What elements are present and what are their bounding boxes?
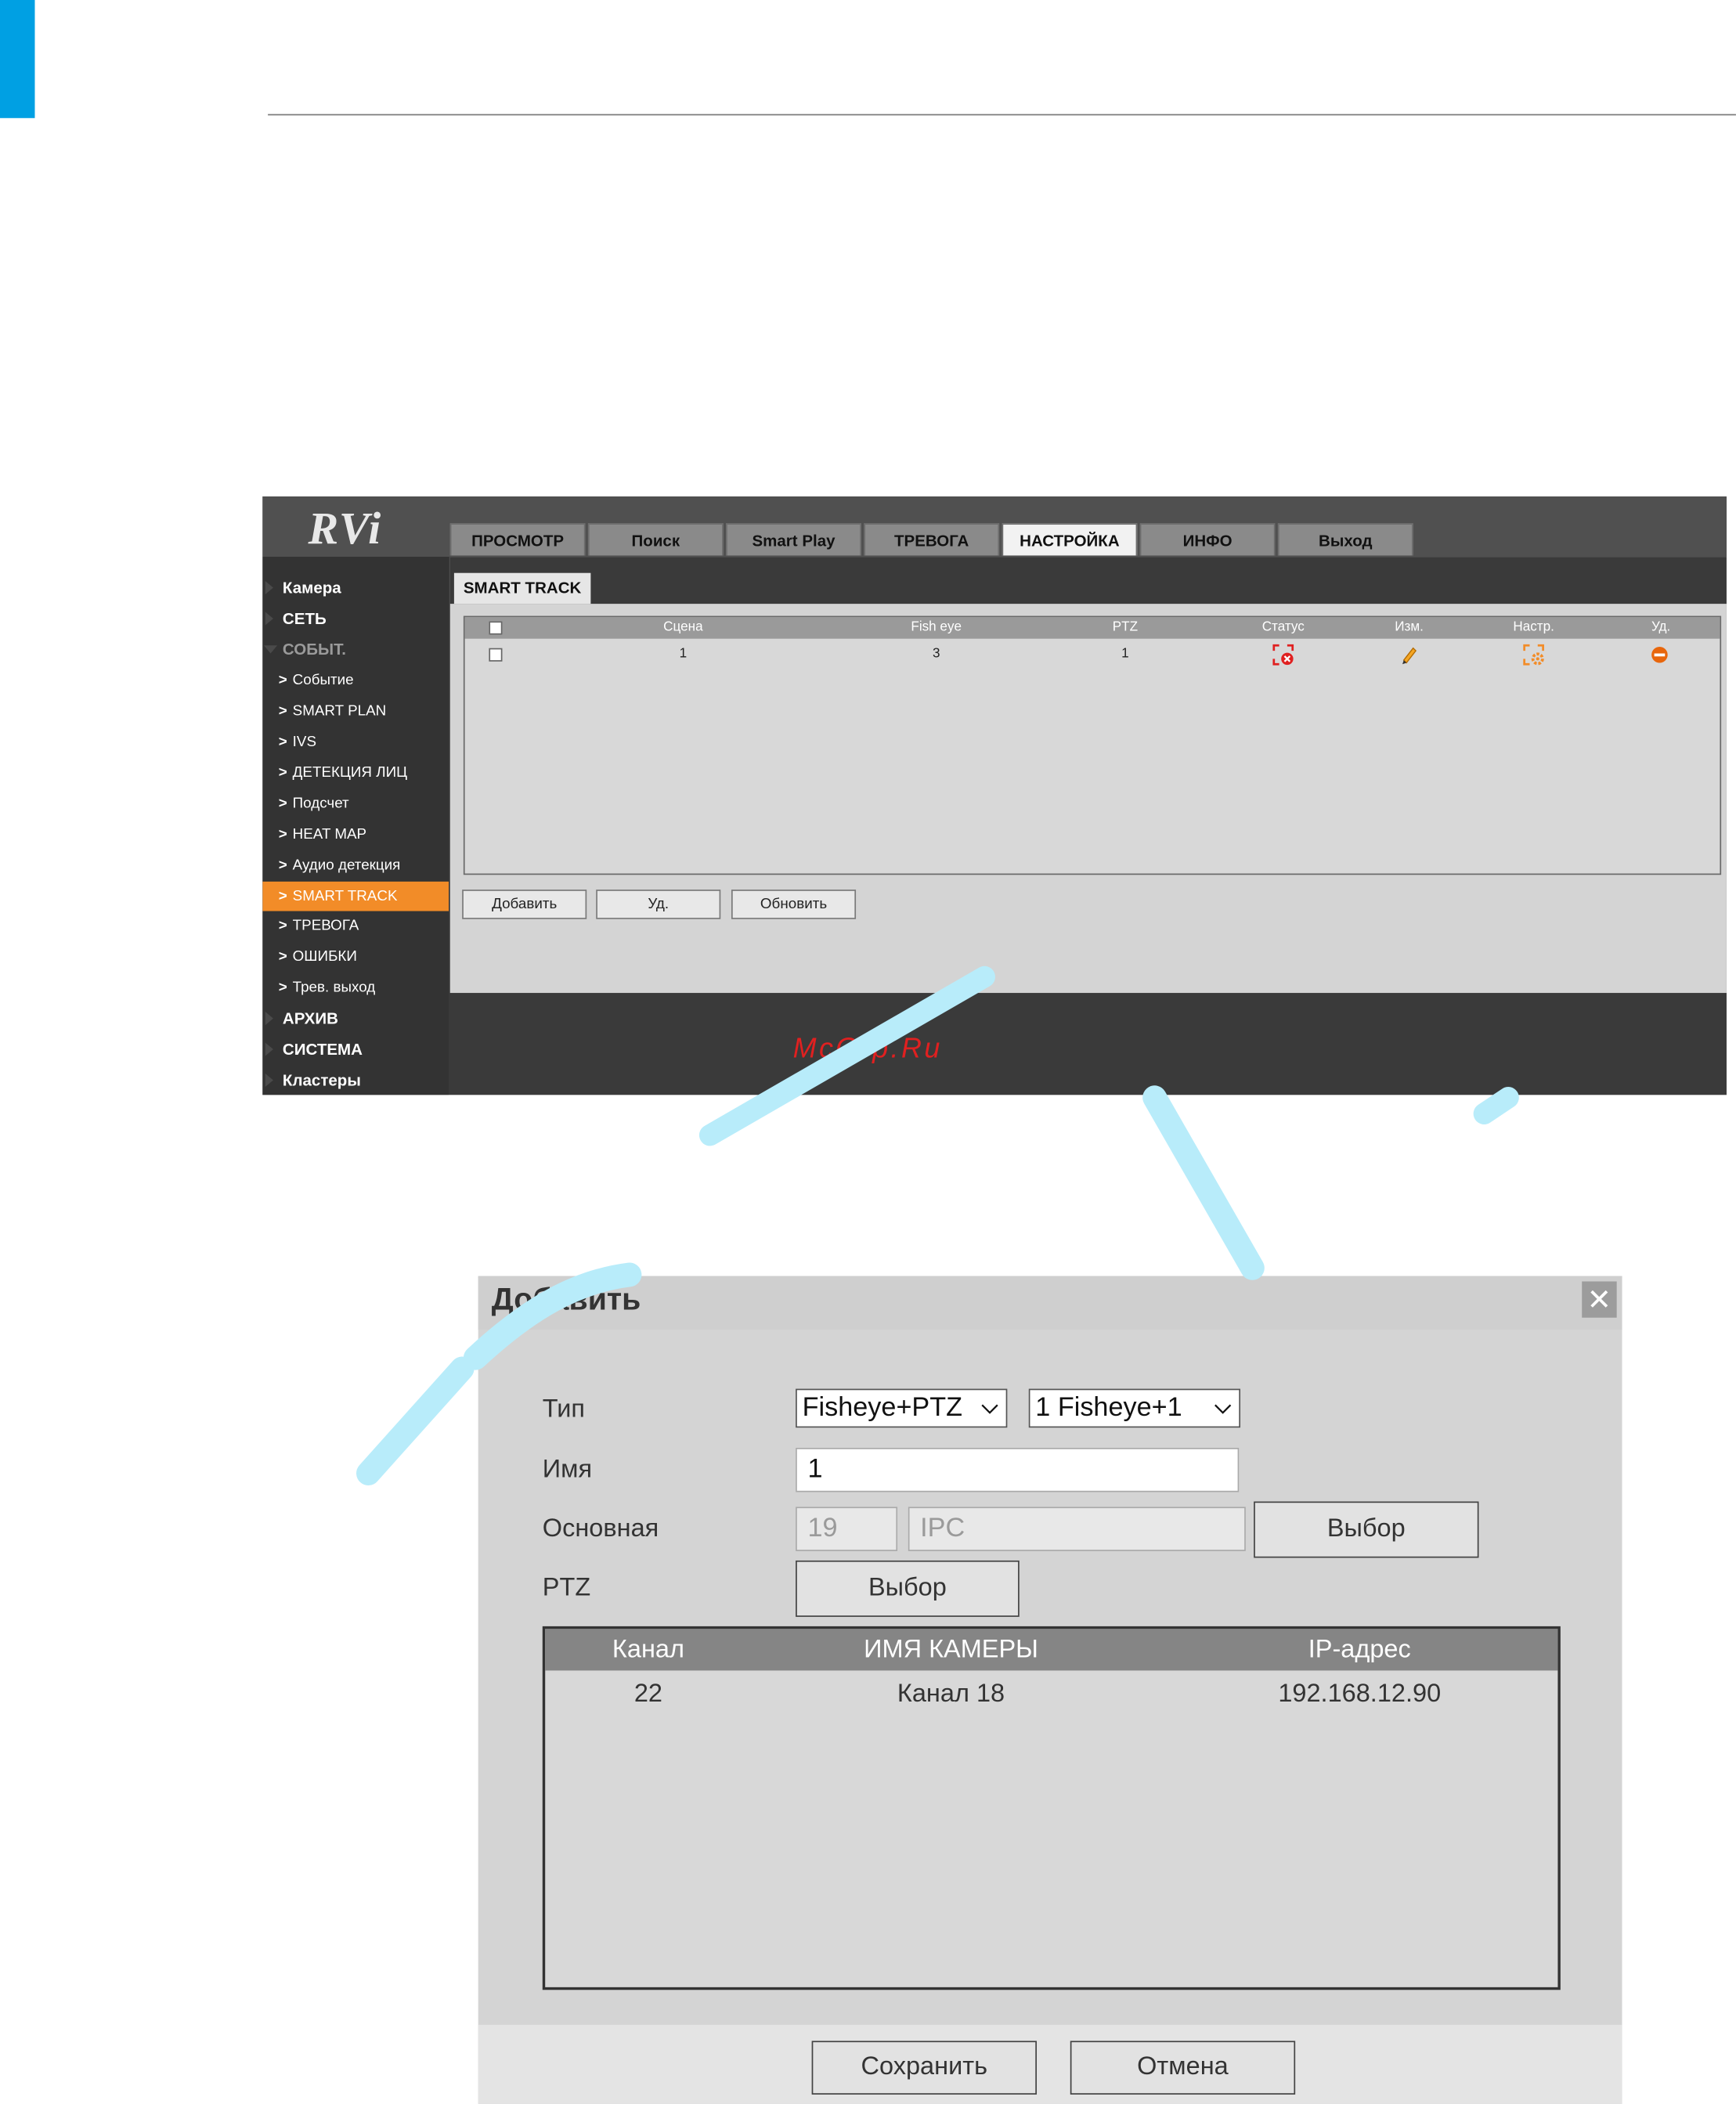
name-input[interactable]: 1 — [796, 1447, 1240, 1492]
sidebar-item-ivs[interactable]: > IVS — [262, 727, 449, 757]
tab-smart-track[interactable]: SMART TRACK — [453, 572, 591, 604]
chevron-right-icon: > — [278, 826, 287, 843]
chevron-right-icon: > — [278, 948, 287, 965]
main-channel-field: 19 — [796, 1507, 898, 1551]
ptz-label: PTZ — [542, 1574, 591, 1603]
settings-sidebar: Камера СЕТЬ СОБЫТ. > Событие > SMART PLAN … — [262, 557, 449, 1095]
main-select-button[interactable]: Выбор — [1254, 1501, 1479, 1558]
camera-table: Канал ИМЯ КАМЕРЫ IP-адрес 22 Канал 18 19… — [542, 1626, 1561, 1990]
smart-track-panel: SMART TRACK Сцена Fish eye PTZ Статус Из… — [449, 557, 1727, 994]
ptz-select-button[interactable]: Выбор — [796, 1560, 1020, 1617]
tab-live-view[interactable]: ПРОСМОТР — [449, 523, 586, 556]
table-row[interactable]: 1 3 1 — [465, 644, 1720, 666]
cell-scene: 1 — [679, 646, 688, 662]
expand-arrow-icon — [265, 580, 273, 595]
sidebar-item-heat-map[interactable]: > HEAT MAP — [262, 820, 449, 850]
delete-button[interactable]: Уд. — [596, 890, 721, 919]
mode-select[interactable]: 1 Fisheye+1 ⌵ — [1028, 1388, 1241, 1428]
expand-arrow-icon — [265, 612, 273, 626]
sidebar-item-camera[interactable]: Камера — [262, 573, 449, 603]
sidebar-item-counting[interactable]: > Подсчет — [262, 789, 449, 819]
header-bar: RVi ПРОСМОТР Поиск Smart Play ТРЕВОГА НА… — [262, 496, 1727, 558]
status-error-icon[interactable] — [1272, 644, 1294, 666]
tab-settings[interactable]: НАСТРОЙКА — [1002, 523, 1138, 556]
sidebar-item-network[interactable]: СЕТЬ — [262, 604, 449, 633]
dialog-title: Добавить — [491, 1281, 641, 1317]
sidebar-item-audio-detection[interactable]: > Аудио детекция — [262, 850, 449, 880]
chevron-right-icon: > — [278, 702, 287, 720]
dialog-header: Добавить ✕ — [478, 1276, 1622, 1330]
select-all-checkbox[interactable] — [489, 621, 503, 635]
tab-alarm[interactable]: ТРЕВОГА — [864, 523, 1000, 556]
page-corner-marker — [0, 0, 35, 118]
expand-arrow-icon — [265, 1012, 273, 1026]
column-header-ptz: PTZ — [1112, 619, 1139, 635]
column-header-edit: Изм. — [1395, 619, 1424, 635]
chevron-right-icon: > — [278, 888, 287, 904]
settings-gear-icon[interactable] — [1523, 644, 1544, 666]
chevron-right-icon: > — [278, 918, 287, 934]
column-header-status: Статус — [1261, 619, 1305, 635]
expand-arrow-icon — [265, 1073, 273, 1088]
site-watermark-text: McGrp.Ru — [792, 1033, 943, 1064]
add-dialog: Добавить ✕ Тип Fisheye+PTZ ⌵ 1 Fisheye+1 ⌵… — [478, 1276, 1622, 2104]
chevron-down-icon: ⌵ — [1214, 1395, 1232, 1419]
close-icon[interactable]: ✕ — [1582, 1281, 1617, 1318]
cell-ip-address: 192.168.12.90 — [1278, 1680, 1442, 1709]
column-header-delete: Уд. — [1651, 619, 1671, 635]
collapse-arrow-icon — [263, 645, 278, 654]
cancel-button[interactable]: Отмена — [1070, 2041, 1296, 2095]
dvr-settings-screenshot: RVi ПРОСМОТР Поиск Smart Play ТРЕВОГА НА… — [262, 496, 1727, 1095]
table-header: Сцена Fish eye PTZ Статус Изм. Настр. Уд… — [464, 617, 1720, 639]
sidebar-item-alarm[interactable]: > ТРЕВОГА — [262, 911, 449, 941]
column-header-settings: Настр. — [1513, 619, 1554, 635]
chevron-right-icon: > — [278, 672, 287, 689]
smart-track-table: Сцена Fish eye PTZ Статус Изм. Настр. Уд… — [463, 615, 1722, 875]
sidebar-item-errors[interactable]: > ОШИБКИ — [262, 942, 449, 972]
expand-arrow-icon — [265, 1042, 273, 1056]
column-header-scene: Сцена — [663, 619, 703, 635]
sidebar-item-system[interactable]: СИСТЕМА — [262, 1034, 449, 1064]
panel-tab-bar: SMART TRACK — [449, 557, 1727, 604]
delete-minus-icon[interactable] — [1650, 645, 1669, 664]
column-header-fisheye: Fish eye — [911, 619, 962, 635]
type-select[interactable]: Fisheye+PTZ ⌵ — [796, 1388, 1008, 1428]
row-checkbox[interactable] — [489, 648, 503, 662]
cell-channel: 22 — [633, 1680, 662, 1709]
tab-search[interactable]: Поиск — [587, 523, 724, 556]
chevron-right-icon: > — [278, 764, 287, 781]
cell-camera-name: Канал 18 — [897, 1680, 1005, 1709]
cell-fisheye: 3 — [932, 646, 940, 662]
cell-ptz: 1 — [1121, 646, 1129, 662]
sidebar-item-alarm-output[interactable]: > Трев. выход — [262, 973, 449, 1002]
edit-pencil-icon[interactable] — [1399, 644, 1420, 666]
table-row[interactable]: 22 Канал 18 192.168.12.90 — [545, 1629, 1557, 1723]
chevron-right-icon: > — [278, 857, 287, 874]
dialog-footer: Сохранить Отмена — [478, 2024, 1622, 2104]
chevron-right-icon: > — [278, 734, 287, 750]
page-rule — [268, 114, 1736, 116]
chevron-down-icon: ⌵ — [981, 1395, 998, 1419]
tab-smart-play[interactable]: Smart Play — [726, 523, 861, 556]
sidebar-item-event[interactable]: > Событие — [262, 666, 449, 695]
sidebar-item-smart-plan[interactable]: > SMART PLAN — [262, 696, 449, 726]
tab-info[interactable]: ИНФО — [1139, 523, 1276, 556]
sidebar-item-events[interactable]: СОБЫТ. — [262, 635, 449, 665]
rvi-logo: RVi — [308, 504, 383, 554]
sidebar-item-archive[interactable]: АРХИВ — [262, 1004, 449, 1034]
sidebar-item-smart-track[interactable]: > SMART TRACK — [262, 881, 449, 911]
tab-logout[interactable]: Выход — [1277, 523, 1413, 556]
main-type-field: IPC — [908, 1507, 1246, 1551]
name-label: Имя — [542, 1456, 593, 1485]
sidebar-item-face-detection[interactable]: > ДЕТЕКЦИЯ ЛИЦ — [262, 758, 449, 788]
chevron-right-icon: > — [278, 796, 287, 812]
chevron-right-icon: > — [278, 979, 287, 996]
type-label: Тип — [542, 1395, 585, 1424]
main-camera-label: Основная — [542, 1514, 659, 1543]
save-button[interactable]: Сохранить — [811, 2041, 1038, 2095]
add-button[interactable]: Добавить — [462, 890, 587, 919]
sidebar-item-clusters[interactable]: Кластеры — [262, 1066, 449, 1095]
refresh-button[interactable]: Обновить — [731, 890, 857, 919]
